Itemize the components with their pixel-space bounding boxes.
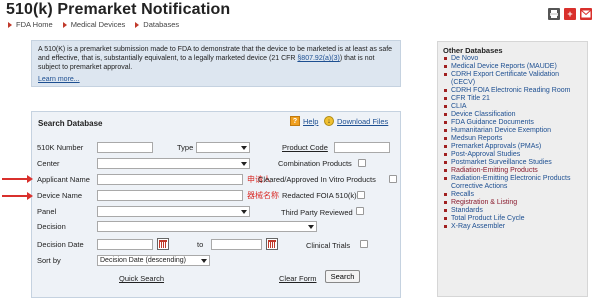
sort-by-select-value: Decision Date (descending) — [100, 257, 186, 264]
breadcrumb-item-databases[interactable]: Databases — [135, 20, 179, 29]
breadcrumb-arrow-icon — [8, 21, 12, 28]
panel-label: Panel — [37, 207, 57, 216]
sidebar-item-cecv[interactable]: CDRH Export Certificate Validation (CECV… — [443, 71, 582, 87]
redacted-foia-checkbox[interactable] — [357, 191, 365, 199]
learn-more-link[interactable]: Learn more... — [38, 75, 394, 84]
redacted-foia-label: Redacted FOIA 510(k) — [282, 191, 357, 200]
combination-products-label: Combination Products — [278, 159, 352, 168]
sidebar-item-xray-assembler[interactable]: X-Ray Assembler — [443, 223, 582, 231]
quick-search-link[interactable]: Quick Search — [119, 274, 164, 283]
cleared-ivd-checkbox[interactable] — [389, 175, 397, 183]
applicant-name-input[interactable] — [97, 174, 243, 185]
breadcrumb-arrow-icon — [62, 21, 67, 28]
type-select[interactable] — [196, 142, 250, 153]
page-title: 510(k) Premarket Notification — [6, 1, 231, 18]
third-party-checkbox[interactable] — [356, 207, 364, 215]
product-code-link[interactable]: Product Code — [282, 143, 328, 152]
info-box: A 510(K) is a premarket submission made … — [31, 40, 401, 87]
k-number-label: 510K Number — [37, 143, 84, 152]
clinical-trials-checkbox[interactable] — [360, 240, 368, 248]
sidebar-item-radiation-corrective[interactable]: Radiation-Emitting Electronic Products C… — [443, 175, 582, 191]
search-panel-title: Search Database — [38, 119, 103, 128]
email-icon[interactable] — [580, 8, 592, 20]
chevron-down-icon — [201, 259, 207, 263]
sidebar-item-foia-reading-room[interactable]: CDRH FOIA Electronic Reading Room — [443, 87, 582, 95]
sidebar-item-recalls[interactable]: Recalls — [443, 191, 582, 199]
device-name-label: Device Name — [37, 191, 83, 200]
decision-select[interactable] — [97, 221, 317, 232]
sidebar-item-clia[interactable]: CLIA — [443, 103, 582, 111]
sidebar-item-tplc[interactable]: Total Product Life Cycle — [443, 215, 582, 223]
sidebar-item-pma[interactable]: Premarket Approvals (PMAs) — [443, 143, 582, 151]
cleared-ivd-label: Cleared/Approved In Vitro Products — [258, 175, 376, 184]
sidebar-item-registration-listing[interactable]: Registration & Listing — [443, 199, 582, 207]
breadcrumb: FDA Home Medical Devices Databases — [8, 20, 189, 29]
breadcrumb-label[interactable]: FDA Home — [16, 20, 53, 29]
breadcrumb-item-fda-home[interactable]: FDA Home — [8, 20, 53, 29]
panel-select[interactable] — [97, 206, 250, 217]
sidebar-item-cfr-title-21[interactable]: CFR Title 21 — [443, 95, 582, 103]
sidebar-item-de-novo[interactable]: De Novo — [443, 55, 582, 63]
third-party-label: Third Party Reviewed — [281, 208, 353, 217]
date-to-label: to — [197, 240, 204, 249]
clinical-trials-label: Clinical Trials — [306, 241, 351, 250]
calendar-icon[interactable] — [157, 238, 169, 250]
device-name-annotation: 器械名称 — [247, 191, 279, 200]
plus-icon[interactable]: + — [564, 8, 576, 20]
decision-date-from-input[interactable] — [97, 239, 153, 250]
sidebar-item-humanitarian-device[interactable]: Humanitarian Device Exemption — [443, 127, 582, 135]
help-label[interactable]: Help — [303, 117, 318, 126]
help-link[interactable]: ? Help — [290, 116, 318, 126]
sidebar-list: De Novo Medical Device Reports (MAUDE) C… — [443, 55, 582, 231]
chevron-down-icon — [308, 225, 314, 229]
decision-date-label: Decision Date — [37, 240, 84, 249]
k-number-input[interactable] — [97, 142, 153, 153]
download-label[interactable]: Download Files — [337, 117, 388, 126]
annotation-arrow — [2, 175, 33, 183]
sidebar-item-device-classification[interactable]: Device Classification — [443, 111, 582, 119]
help-icon: ? — [290, 116, 300, 126]
clear-form-link[interactable]: Clear Form — [279, 274, 317, 283]
sort-by-select[interactable]: Decision Date (descending) — [97, 255, 210, 266]
sidebar-item-maude[interactable]: Medical Device Reports (MAUDE) — [443, 63, 582, 71]
sidebar-item-postmarket-surveillance[interactable]: Postmarket Surveillance Studies — [443, 159, 582, 167]
decision-date-to-input[interactable] — [211, 239, 262, 250]
chevron-down-icon — [241, 210, 247, 214]
applicant-name-label: Applicant Name — [37, 175, 90, 184]
sidebar-item-radiation-products[interactable]: Radiation-Emitting Products — [443, 167, 582, 175]
product-code-input[interactable] — [334, 142, 390, 153]
sidebar-item-medsun[interactable]: Medsun Reports — [443, 135, 582, 143]
breadcrumb-arrow-icon — [135, 21, 140, 28]
download-files-link[interactable]: ↓ Download Files — [324, 116, 388, 126]
breadcrumb-item-medical-devices[interactable]: Medical Devices — [62, 20, 126, 29]
search-button[interactable]: Search — [325, 270, 360, 283]
chevron-down-icon — [241, 162, 247, 166]
device-name-input[interactable] — [97, 190, 243, 201]
center-select[interactable] — [97, 158, 250, 169]
annotation-arrow — [2, 192, 33, 200]
decision-label: Decision — [37, 222, 66, 231]
page-tools: + — [548, 8, 592, 20]
sidebar-item-guidance-documents[interactable]: FDA Guidance Documents — [443, 119, 582, 127]
breadcrumb-label[interactable]: Databases — [143, 20, 179, 29]
type-label: Type — [177, 143, 194, 152]
center-label: Center — [37, 159, 60, 168]
print-icon[interactable] — [548, 8, 560, 20]
sidebar-item-post-approval[interactable]: Post-Approval Studies — [443, 151, 582, 159]
sort-by-label: Sort by — [37, 256, 61, 265]
cfr-link[interactable]: §807.92(a)(3) — [297, 55, 339, 62]
sidebar-item-standards[interactable]: Standards — [443, 207, 582, 215]
info-text: A 510(K) is a premarket submission made … — [38, 45, 394, 72]
combination-products-checkbox[interactable] — [358, 159, 366, 167]
other-databases-sidebar: Other Databases De Novo Medical Device R… — [437, 41, 588, 297]
breadcrumb-label[interactable]: Medical Devices — [71, 20, 126, 29]
calendar-icon[interactable] — [266, 238, 278, 250]
chevron-down-icon — [241, 146, 247, 150]
download-icon: ↓ — [324, 116, 334, 126]
sidebar-title: Other Databases — [443, 46, 503, 55]
